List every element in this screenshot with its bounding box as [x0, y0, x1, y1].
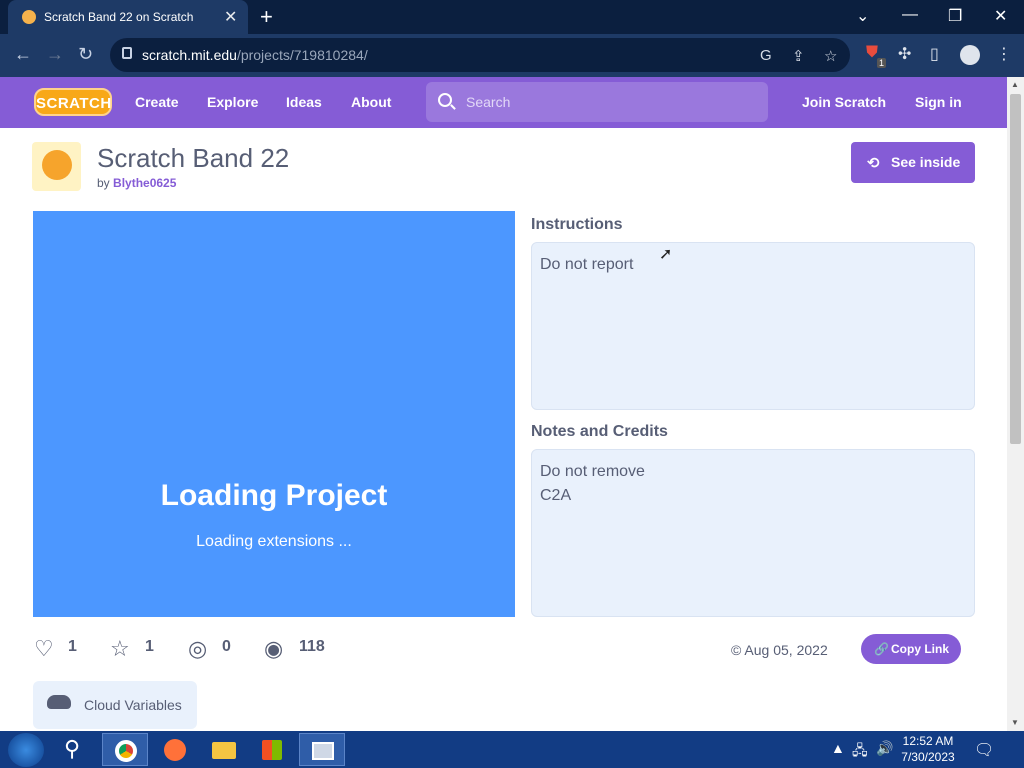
store-taskbar-icon[interactable] [249, 733, 295, 766]
start-button[interactable] [8, 733, 44, 767]
bookmark-star-icon[interactable]: ☆ [824, 47, 837, 65]
link-icon: 🔗 [874, 642, 889, 656]
search-input[interactable]: Search [426, 82, 768, 122]
url-domain: scratch.mit.edu [142, 47, 237, 63]
firefox-taskbar-icon[interactable] [152, 733, 198, 766]
nav-explore[interactable]: Explore [207, 94, 258, 110]
close-window-button[interactable]: ✕ [994, 6, 1007, 26]
remix-count: 0 [222, 638, 231, 655]
restore-button[interactable]: ❐ [948, 6, 962, 26]
see-inside-label: See inside [891, 154, 961, 170]
network-icon[interactable]: 🖧 [852, 740, 868, 764]
tray-overflow-icon[interactable]: ▲ [831, 740, 845, 756]
scroll-down-icon[interactable]: ▼ [1011, 718, 1019, 727]
copy-link-label: Copy Link [891, 642, 950, 656]
tab-title: Scratch Band 22 on Scratch [44, 10, 194, 24]
firefox-logo-icon [164, 739, 186, 761]
reload-icon[interactable]: ↻ [78, 44, 93, 65]
extension-badge: 1 [877, 58, 887, 68]
minimize-button[interactable]: — [902, 6, 918, 24]
store-bag-icon [262, 740, 282, 760]
new-tab-button[interactable]: + [260, 4, 273, 30]
love-count: 1 [68, 638, 77, 655]
favorite-count: 1 [145, 638, 154, 655]
chrome-logo-icon [115, 740, 137, 762]
cloud-variables-label: Cloud Variables [84, 697, 182, 713]
tab-search-icon[interactable]: ⌄ [856, 6, 869, 26]
google-icon[interactable]: G [760, 47, 772, 64]
scratch-logo[interactable]: SCRATCH [34, 88, 112, 116]
taskbar-clock[interactable]: 12:52 AM 7/30/2023 [897, 733, 959, 765]
forward-icon[interactable]: → [46, 44, 64, 65]
loading-title: Loading Project [160, 479, 388, 512]
file-explorer-taskbar-icon[interactable] [200, 733, 246, 766]
cloud-icon [47, 695, 71, 709]
lock-icon [122, 47, 132, 59]
copy-link-button[interactable]: 🔗 Copy Link [861, 634, 961, 664]
project-title: Scratch Band 22 [97, 143, 290, 173]
see-inside-button[interactable]: ⟲ See inside [851, 142, 975, 183]
notes-line: Do not remove [540, 463, 645, 480]
app-window-icon [312, 742, 334, 760]
url-path: /projects/719810284/ [236, 47, 368, 63]
by-prefix: by [97, 176, 110, 190]
nav-create[interactable]: Create [135, 94, 179, 110]
scroll-up-icon[interactable]: ▲ [1011, 80, 1019, 89]
browser-tab-strip: Scratch Band 22 on Scratch ✕ + ⌄ — ❐ ✕ [0, 0, 1024, 34]
browser-tab[interactable]: Scratch Band 22 on Scratch ✕ [8, 0, 248, 34]
tab-close-icon[interactable]: ✕ [224, 7, 237, 27]
notifications-icon[interactable]: 🗨 [974, 740, 994, 760]
url-text: scratch.mit.edu/projects/719810284/ [142, 47, 368, 63]
favorite-star-icon[interactable]: ☆ [110, 636, 130, 662]
sign-in-link[interactable]: Sign in [915, 94, 962, 110]
extensions-puzzle-icon[interactable]: ✣ [898, 44, 911, 64]
search-icon [438, 93, 452, 107]
app-taskbar-icon[interactable] [299, 733, 345, 766]
author-link[interactable]: Blythe0625 [113, 176, 176, 190]
scratch-favicon-icon [22, 10, 36, 24]
search-taskbar-icon[interactable]: ⚲ [64, 736, 80, 762]
scrollbar-thumb[interactable] [1010, 94, 1021, 444]
clock-date: 7/30/2023 [901, 750, 955, 764]
instructions-text: Do not report [540, 256, 634, 273]
nav-about[interactable]: About [351, 94, 391, 110]
notes-box: Do not remove C2A [531, 449, 975, 617]
search-placeholder: Search [466, 94, 511, 110]
profile-avatar-icon[interactable] [960, 45, 980, 65]
project-stage[interactable]: Loading Project Loading extensions ... [33, 211, 515, 617]
share-icon[interactable]: ⇪ [792, 47, 805, 65]
notes-heading: Notes and Credits [531, 423, 668, 440]
project-byline: by Blythe0625 [97, 176, 176, 190]
cloud-variables-tag[interactable]: Cloud Variables [33, 681, 197, 729]
nav-ideas[interactable]: Ideas [286, 94, 322, 110]
avatar-face-icon [42, 150, 72, 180]
instructions-heading: Instructions [531, 216, 623, 233]
loading-subtitle: Loading extensions ... [196, 533, 352, 550]
author-avatar[interactable] [32, 142, 81, 191]
mouse-cursor-icon: ➚ [659, 246, 673, 263]
chrome-menu-icon[interactable]: ⋮ [996, 44, 1012, 64]
join-scratch-link[interactable]: Join Scratch [802, 94, 886, 110]
back-icon[interactable]: ← [14, 44, 32, 65]
view-count: 118 [299, 638, 325, 655]
chrome-taskbar-icon[interactable] [102, 733, 148, 766]
love-heart-icon[interactable]: ♡ [34, 636, 54, 662]
remix-icon: ◎ [188, 636, 208, 661]
notes-line: C2A [540, 487, 572, 504]
instructions-box: Do not report [531, 242, 975, 410]
shared-date: © Aug 05, 2022 [731, 642, 828, 658]
clock-time: 12:52 AM [902, 734, 954, 748]
folder-icon [212, 742, 236, 759]
side-panel-icon[interactable]: ▯ [930, 44, 939, 64]
address-bar[interactable]: scratch.mit.edu/projects/719810284/ G ⇪ … [110, 38, 850, 72]
views-eye-icon: ◉ [264, 636, 284, 661]
see-inside-icon: ⟲ [867, 155, 880, 172]
volume-icon[interactable]: 🔊 [876, 740, 893, 757]
